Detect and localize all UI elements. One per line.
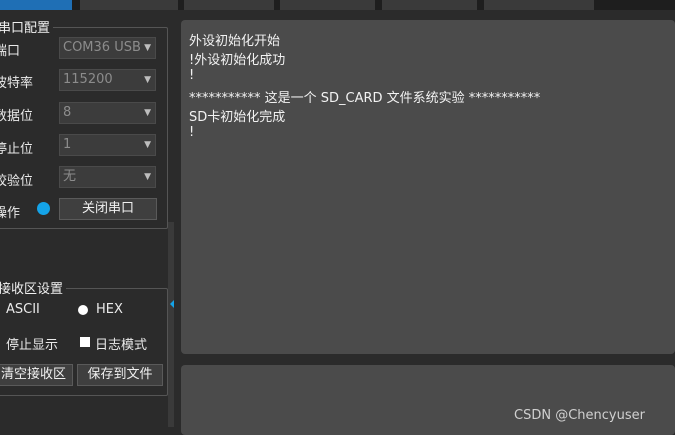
parity-label: 校验位 <box>0 174 34 189</box>
panel-scrollbar[interactable] <box>168 222 174 427</box>
tab-active[interactable] <box>0 0 72 10</box>
hex-radio-icon[interactable] <box>78 305 88 315</box>
receive-line: SD卡初始化完成 <box>189 110 286 125</box>
stop-display-label[interactable]: 停止显示 <box>6 334 58 353</box>
ascii-radio-label[interactable]: ASCII <box>6 302 40 317</box>
parity-value: 无 <box>63 169 77 184</box>
log-mode-checkbox-icon[interactable] <box>80 337 90 347</box>
serial-config-title: 串口配置 <box>0 17 54 36</box>
clear-receive-button[interactable]: 清空接收区 <box>0 364 73 386</box>
chevron-down-icon: ▼ <box>144 108 151 118</box>
send-text-area[interactable] <box>181 365 675 435</box>
receive-line: *********** 这是一个 SD_CARD 文件系统实验 ********… <box>189 91 541 106</box>
databits-value: 8 <box>63 105 72 120</box>
tab-2[interactable] <box>80 0 178 10</box>
log-mode-label[interactable]: 日志模式 <box>95 334 147 353</box>
baud-value: 115200 <box>63 72 113 87</box>
close-port-button[interactable]: 关闭串口 <box>59 198 157 220</box>
collapse-arrow-icon[interactable] <box>170 300 174 308</box>
watermark: CSDN @Chencyuser <box>514 408 645 423</box>
databits-select[interactable]: 8 ▼ <box>59 102 156 124</box>
chevron-down-icon: ▼ <box>144 43 151 53</box>
receive-line: !外设初始化成功 <box>189 53 286 68</box>
tab-6[interactable] <box>484 0 594 10</box>
port-label: 端口 <box>0 44 21 59</box>
receive-line: ! <box>189 68 195 83</box>
baud-label: 波特率 <box>0 76 34 91</box>
tab-5[interactable] <box>382 0 477 10</box>
tab-4[interactable] <box>280 0 375 10</box>
chevron-down-icon: ▼ <box>144 172 151 182</box>
parity-select[interactable]: 无 ▼ <box>59 166 156 188</box>
save-to-file-button[interactable]: 保存到文件 <box>77 364 163 386</box>
port-value: COM36 USB <box>63 40 141 55</box>
operation-label: 操作 <box>0 206 21 221</box>
tab-3[interactable] <box>184 0 274 10</box>
chevron-down-icon: ▼ <box>144 140 151 150</box>
databits-label: 数据位 <box>0 109 34 124</box>
top-tab-strip <box>0 0 675 10</box>
stopbits-select[interactable]: 1 ▼ <box>59 134 156 156</box>
receive-settings-title: 接收区设置 <box>0 278 67 297</box>
stopbits-label: 停止位 <box>0 142 34 157</box>
receive-line: 外设初始化开始 <box>189 34 281 49</box>
port-select[interactable]: COM36 USB ▼ <box>59 37 156 59</box>
hex-radio-label[interactable]: HEX <box>96 302 123 317</box>
receive-text-area[interactable]: 外设初始化开始 !外设初始化成功 ! *********** 这是一个 SD_C… <box>181 20 675 354</box>
status-led-icon <box>37 202 50 215</box>
baud-select[interactable]: 115200 ▼ <box>59 69 156 91</box>
stopbits-value: 1 <box>63 137 72 152</box>
chevron-down-icon: ▼ <box>144 75 151 85</box>
receive-line: ! <box>189 125 195 140</box>
